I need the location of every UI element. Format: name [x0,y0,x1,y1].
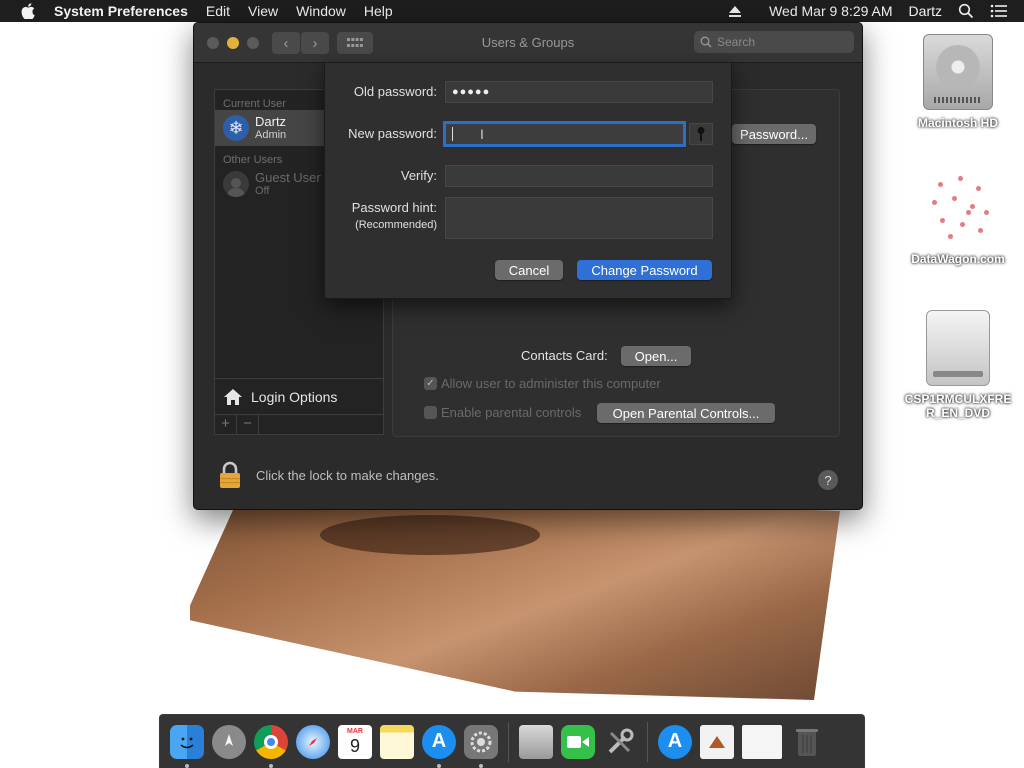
documents-folder-icon[interactable] [700,724,734,759]
notification-center-icon[interactable] [990,4,1008,18]
ibeam-cursor-icon: I [480,126,484,142]
wallpaper-image [190,490,840,700]
facetime-icon[interactable] [561,724,595,759]
lock-bar[interactable]: Click the lock to make changes. [218,461,439,489]
menu-bar: System Preferences Edit View Window Help… [0,0,1024,22]
finder-icon[interactable] [170,724,204,768]
menu-view[interactable]: View [248,3,278,19]
hard-drive-icon [923,34,993,110]
new-password-field[interactable]: I [443,121,686,147]
key-icon [697,127,705,141]
screen-window-icon[interactable] [742,724,782,759]
running-indicator [479,763,483,768]
desktop-icon-label: CSP1RMCULXFRER_EN_DVD [904,392,1012,420]
contacts-open-button[interactable]: Open... [621,346,691,366]
old-password-field[interactable]: ●●●●● [445,81,713,103]
utilities-tools-icon[interactable] [603,725,637,759]
app-store-icon[interactable]: A [422,724,456,768]
user-name: Dartz [255,113,287,129]
menu-help[interactable]: Help [364,3,393,19]
app-store-downloads-icon[interactable]: A [658,724,692,759]
network-graph-icon [918,170,998,246]
running-indicator [437,763,441,768]
old-password-label: Old password: [353,84,437,99]
menu-user[interactable]: Dartz [909,3,942,19]
system-preferences-icon[interactable] [464,724,498,768]
password-hint-label: Password hint: [351,200,437,215]
password-hint-field[interactable] [445,197,713,239]
password-assistant-button[interactable] [689,123,713,145]
change-password-button[interactable]: Password... [732,124,816,144]
search-placeholder: Search [717,35,756,49]
cancel-button[interactable]: Cancel [495,260,563,280]
guest-user-name: Guest User [255,169,321,185]
verify-label: Verify: [400,168,437,183]
add-remove-bar: + − [215,414,383,434]
help-button[interactable]: ? [818,470,838,490]
notes-icon[interactable] [380,724,414,759]
change-password-sheet: Old password: ●●●●● New password: I Veri… [324,62,732,299]
parental-controls-label: Enable parental controls [441,405,582,420]
checkmark-icon: ✓ [426,378,435,389]
desktop-icon-macintosh-hd[interactable]: Macintosh HD [903,34,1013,130]
spotlight-search-icon[interactable] [958,3,974,19]
dock: MAR 9 A A [159,714,865,768]
desktop-icon-label: Macintosh HD [917,116,998,130]
title-bar: ‹ › Users & Groups Search [194,23,862,63]
running-indicator [269,763,273,768]
eject-icon[interactable] [729,6,742,17]
verify-field[interactable] [445,165,713,187]
desktop-icon-label: DataWagon.com [911,252,1005,266]
calendar-month: MAR [347,727,363,735]
contacts-card-label: Contacts Card: [521,348,608,363]
guest-user-status: Off [255,184,270,197]
menu-clock[interactable]: Wed Mar 9 8:29 AM [769,3,892,19]
login-options-item[interactable]: Login Options [215,378,383,414]
desktop-icon-dvd[interactable]: CSP1RMCULXFRER_EN_DVD [903,310,1013,420]
guest-avatar-icon [223,171,249,197]
chrome-icon[interactable] [254,724,288,768]
house-icon [224,388,242,405]
text-cursor [452,127,453,141]
menu-window[interactable]: Window [296,3,346,19]
password-hint-sublabel: (Recommended) [355,219,437,231]
launchpad-icon[interactable] [212,724,246,759]
dock-separator [647,721,648,762]
desktop-icon-datawagon[interactable]: DataWagon.com [903,170,1013,266]
calendar-icon[interactable]: MAR 9 [338,724,372,759]
allow-admin-label: Allow user to administer this computer [441,376,661,391]
apple-menu-icon[interactable] [18,3,38,19]
snowflake-avatar-icon: ❄ [223,115,249,141]
running-indicator [185,763,189,768]
dvd-drive-icon [926,310,990,386]
search-icon [700,36,712,48]
open-parental-controls-button[interactable]: Open Parental Controls... [597,403,775,423]
trash-icon[interactable] [790,725,824,759]
add-user-button[interactable]: + [215,415,237,434]
menu-app-name[interactable]: System Preferences [54,3,188,19]
new-password-label: New password: [348,126,437,141]
parental-controls-checkbox[interactable] [424,406,437,419]
search-field[interactable]: Search [694,31,854,53]
login-options-label: Login Options [251,388,338,405]
lock-text: Click the lock to make changes. [256,467,439,483]
menu-edit[interactable]: Edit [206,3,230,19]
lock-icon[interactable] [218,461,242,489]
dock-separator [508,721,509,762]
safari-icon[interactable] [296,724,330,759]
allow-admin-checkbox[interactable]: ✓ [424,377,437,390]
user-role: Admin [255,128,287,141]
change-password-submit-button[interactable]: Change Password [577,260,712,280]
archive-utility-icon[interactable] [519,724,553,759]
calendar-day: 9 [349,735,360,756]
remove-user-button[interactable]: − [237,415,259,434]
